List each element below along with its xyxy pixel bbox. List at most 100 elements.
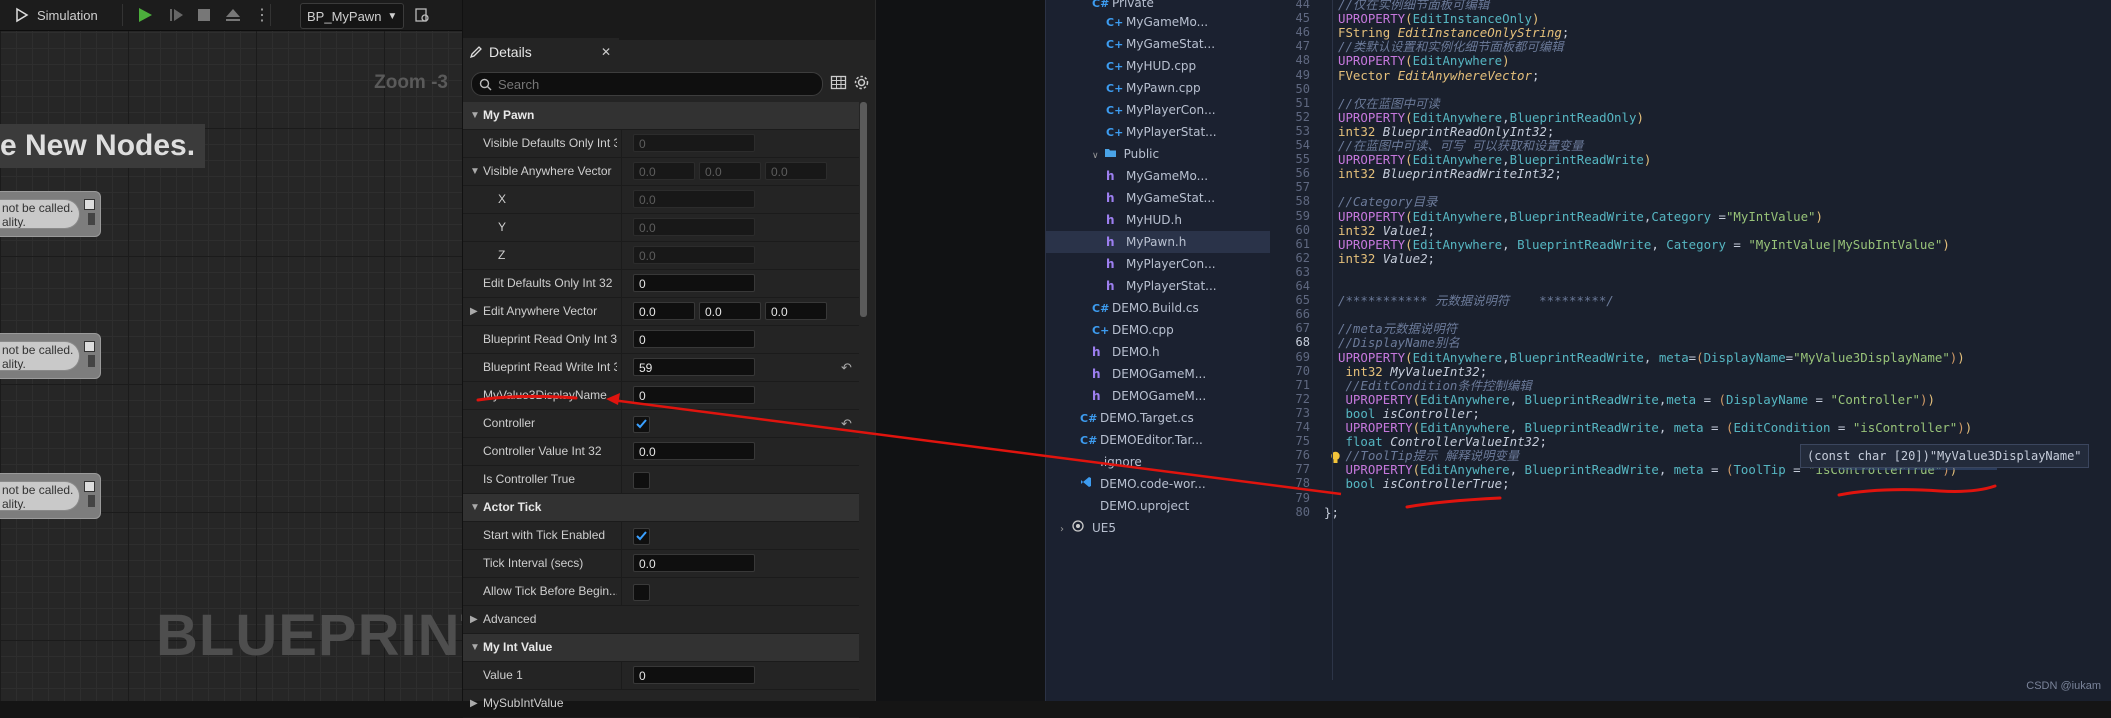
exec-pin[interactable] xyxy=(84,341,95,352)
property-value-field[interactable]: 59 xyxy=(633,358,755,376)
property-value-field[interactable]: 0.0 xyxy=(633,442,755,460)
reset-to-default-icon[interactable]: ↶ xyxy=(841,354,852,381)
chevron-down-icon[interactable]: ▼ xyxy=(470,158,480,185)
explorer-item[interactable]: h MyPlayerStat... xyxy=(1106,275,1217,297)
details-scrollbar[interactable] xyxy=(860,102,867,317)
explorer-item[interactable]: C+ MyPlayerCon... xyxy=(1106,99,1216,121)
property-value-field[interactable]: 0.0 xyxy=(633,246,755,264)
property-row[interactable]: ▶ MySubIntValue xyxy=(463,690,859,718)
explorer-item[interactable]: h DEMO.h xyxy=(1092,341,1160,363)
exec-pin[interactable] xyxy=(84,481,95,492)
property-row[interactable]: Allow Tick Before Begin... xyxy=(463,578,859,606)
code-line[interactable]: int32 BlueprintReadWriteInt32; xyxy=(1338,164,1562,183)
property-value-field[interactable]: 0.0 xyxy=(633,554,755,572)
property-row[interactable]: Controller ↶ xyxy=(463,410,859,438)
property-value-field[interactable]: 0 xyxy=(633,274,755,292)
explorer-item[interactable]: h MyGameStat... xyxy=(1106,187,1215,209)
explorer-item[interactable]: C+ DEMO.cpp xyxy=(1092,319,1174,341)
code-editor[interactable]: 44 45 46 47 48 49 50 51 52 53 54 55 56 57 58 59 60 61 62 63… xyxy=(1270,0,2111,701)
blueprint-debug-dropdown[interactable]: BP_MyPawn ▼ xyxy=(300,3,405,29)
explorer-item[interactable]: h DEMOGameM... xyxy=(1092,385,1206,407)
explorer-item[interactable]: h MyGameMo... xyxy=(1106,165,1208,187)
vector-y-field[interactable]: 0.0 xyxy=(699,162,761,180)
explorer-item[interactable]: C# DEMOEditor.Tar... xyxy=(1080,429,1203,451)
property-value-field[interactable]: 0 xyxy=(633,330,755,348)
property-row[interactable]: Blueprint Read Write Int 32 59 ↶ xyxy=(463,354,859,382)
property-checkbox[interactable] xyxy=(633,584,650,601)
chevron-down-icon[interactable]: ▼ xyxy=(470,102,480,129)
blueprint-graph[interactable]: Zoom -3 e New Nodes. not be called. ality… xyxy=(0,0,462,701)
explorer-item[interactable]: › UE5 xyxy=(1060,517,1116,539)
explorer-item[interactable]: ∨ Public xyxy=(1092,143,1159,165)
chevron-right-icon[interactable]: ▶ xyxy=(470,690,478,717)
close-icon[interactable]: ✕ xyxy=(601,45,611,59)
property-row[interactable]: ▶ Advanced xyxy=(463,606,859,634)
reset-to-default-icon[interactable]: ↶ xyxy=(841,410,852,437)
property-row[interactable]: ▶ Edit Anywhere Vector 0.0 0.0 0.0 xyxy=(463,298,859,326)
explorer-item[interactable]: C+ MyGameStat... xyxy=(1106,33,1215,55)
search-input[interactable]: Search xyxy=(471,72,823,96)
explorer-item[interactable]: h DEMOGameM... xyxy=(1092,363,1206,385)
chevron-right-icon[interactable]: ▶ xyxy=(470,298,478,325)
details-category[interactable]: ▼ My Int Value xyxy=(463,634,859,662)
debug-filter-button[interactable] xyxy=(414,0,430,30)
explorer-item[interactable]: DEMO.code-wor... xyxy=(1080,473,1206,495)
property-row[interactable]: X 0.0 xyxy=(463,186,859,214)
graph-node[interactable]: not be called. ality. xyxy=(0,333,101,379)
explorer-item[interactable]: .ignore xyxy=(1080,451,1142,473)
explorer-item[interactable]: C+ MyPlayerStat... xyxy=(1106,121,1217,143)
vector-y-field[interactable]: 0.0 xyxy=(699,302,761,320)
chevron-right-icon[interactable]: › xyxy=(1060,524,1064,535)
property-row[interactable]: Edit Defaults Only Int 32 0 xyxy=(463,270,859,298)
explorer-item[interactable]: C+ MyHUD.cpp xyxy=(1106,55,1196,77)
details-category[interactable]: ▼ Actor Tick xyxy=(463,494,859,522)
step-button[interactable] xyxy=(168,0,186,30)
graph-node[interactable]: not be called. ality. xyxy=(0,191,101,237)
settings-button[interactable] xyxy=(853,74,870,95)
more-options-icon[interactable]: ⋮ xyxy=(254,0,270,30)
property-row[interactable]: ▼ Visible Anywhere Vector 0.0 0.0 0.0 xyxy=(463,158,859,186)
explorer-item[interactable]: DEMO.uproject xyxy=(1080,495,1189,517)
property-row[interactable]: Blueprint Read Only Int 32 0 xyxy=(463,326,859,354)
property-checkbox[interactable] xyxy=(633,528,650,545)
code-line[interactable]: int32 Value2; xyxy=(1338,249,1435,268)
details-category[interactable]: ▼ My Pawn xyxy=(463,102,859,130)
stop-button[interactable] xyxy=(196,0,212,30)
property-value-field[interactable]: 0 xyxy=(633,134,755,152)
code-line[interactable]: /*********** 元数据说明符 *********/ xyxy=(1338,291,1614,310)
property-row[interactable]: Tick Interval (secs) 0.0 xyxy=(463,550,859,578)
eject-button[interactable] xyxy=(224,0,242,30)
property-row[interactable]: Visible Defaults Only Int 32 0 xyxy=(463,130,859,158)
property-row[interactable]: MyValue3DisplayName 0 xyxy=(463,382,859,410)
chevron-down-icon[interactable]: ▼ xyxy=(470,494,480,521)
exec-pin[interactable] xyxy=(84,199,95,210)
property-value-field[interactable]: 0.0 xyxy=(633,218,755,236)
vector-z-field[interactable]: 0.0 xyxy=(765,162,827,180)
chevron-right-icon[interactable]: ▶ xyxy=(470,606,478,633)
property-value-field[interactable]: 0 xyxy=(633,386,755,404)
property-row[interactable]: Controller Value Int 32 0.0 xyxy=(463,438,859,466)
explorer-item[interactable]: C+ MyPawn.cpp xyxy=(1106,77,1201,99)
simulation-button[interactable]: Simulation xyxy=(14,0,98,30)
property-checkbox[interactable] xyxy=(633,416,650,433)
comment-banner[interactable]: e New Nodes. xyxy=(0,124,206,168)
vector-x-field[interactable]: 0.0 xyxy=(633,162,695,180)
property-row[interactable]: Is Controller True xyxy=(463,466,859,494)
play-button[interactable] xyxy=(136,0,154,30)
vector-z-field[interactable]: 0.0 xyxy=(765,302,827,320)
chevron-down-icon[interactable]: ∨ xyxy=(1092,151,1099,161)
property-matrix-button[interactable] xyxy=(830,74,847,95)
property-checkbox[interactable] xyxy=(633,472,650,489)
vector-x-field[interactable]: 0.0 xyxy=(633,302,695,320)
code-line[interactable]: FVector EditAnywhereVector; xyxy=(1338,66,1539,85)
property-value-field[interactable]: 0 xyxy=(633,666,755,684)
property-row[interactable]: Start with Tick Enabled xyxy=(463,522,859,550)
graph-node[interactable]: not be called. ality. xyxy=(0,473,101,519)
tab-details[interactable]: Details ✕ xyxy=(463,38,619,66)
property-row[interactable]: Value 1 0 xyxy=(463,662,859,690)
explorer-item[interactable]: C+ MyGameMo... xyxy=(1106,11,1208,33)
property-row[interactable]: Z 0.0 xyxy=(463,242,859,270)
chevron-down-icon[interactable]: ▼ xyxy=(470,634,480,661)
property-value-field[interactable]: 0.0 xyxy=(633,190,755,208)
explorer-item[interactable]: h MyHUD.h xyxy=(1106,209,1182,231)
